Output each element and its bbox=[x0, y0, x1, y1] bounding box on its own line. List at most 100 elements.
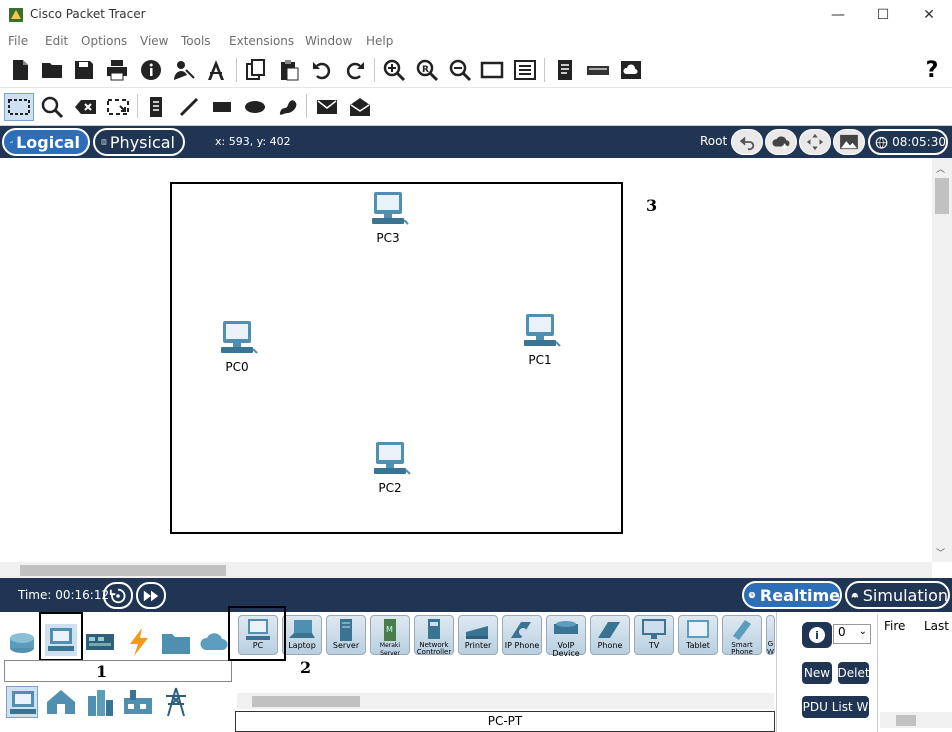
device-tile-phone[interactable]: Phone bbox=[590, 615, 630, 655]
device-tile-ip-phone[interactable]: IP Phone bbox=[502, 615, 542, 655]
zoom-out-icon[interactable] bbox=[446, 56, 474, 84]
device-tile-laptop[interactable]: Laptop bbox=[282, 615, 322, 655]
line-icon[interactable] bbox=[175, 93, 203, 121]
help-button[interactable]: ? bbox=[918, 56, 946, 84]
ellipse-icon[interactable] bbox=[241, 93, 269, 121]
zoom-reset-icon[interactable]: R bbox=[413, 56, 441, 84]
inspect-icon[interactable] bbox=[38, 93, 66, 121]
freeform-icon[interactable] bbox=[274, 93, 302, 121]
delete-icon[interactable] bbox=[72, 93, 100, 121]
components-icon[interactable] bbox=[84, 626, 116, 658]
device-tile-tablet[interactable]: Tablet bbox=[678, 615, 718, 655]
menu-extensions[interactable]: Extensions bbox=[229, 34, 294, 48]
network-info-icon[interactable] bbox=[202, 56, 230, 84]
power-grid-icon[interactable] bbox=[160, 686, 192, 718]
device-tile-meraki-server[interactable]: M Meraki Server bbox=[370, 615, 410, 657]
vertical-scroll-thumb[interactable] bbox=[935, 178, 949, 214]
device-panel-scroll-thumb[interactable] bbox=[252, 696, 360, 707]
open-folder-icon[interactable] bbox=[38, 56, 66, 84]
menu-edit[interactable]: Edit bbox=[45, 34, 68, 48]
new-file-icon[interactable] bbox=[6, 56, 34, 84]
industrial-icon[interactable] bbox=[122, 686, 154, 718]
new-scenario-button[interactable]: New bbox=[800, 660, 834, 686]
device-tile-partial[interactable]: G W bbox=[766, 615, 775, 655]
save-icon[interactable] bbox=[70, 56, 98, 84]
add-complex-pdu-icon[interactable] bbox=[346, 93, 374, 121]
activity-wizard-icon[interactable] bbox=[170, 56, 198, 84]
print-icon[interactable] bbox=[103, 56, 131, 84]
drawing-palette-icon[interactable] bbox=[478, 56, 506, 84]
menu-tools[interactable]: Tools bbox=[181, 34, 211, 48]
simulation-mode-button[interactable]: Simulation bbox=[845, 581, 950, 609]
paste-icon[interactable] bbox=[275, 56, 303, 84]
scenario-info-button[interactable]: i bbox=[800, 620, 834, 650]
rectangle-icon[interactable] bbox=[208, 93, 236, 121]
device-tile-voip-device[interactable]: VoIP Device bbox=[546, 615, 586, 658]
new-cluster-icon[interactable] bbox=[765, 129, 797, 155]
scenario-select[interactable]: 0 ⌄ bbox=[833, 624, 871, 644]
physical-tab[interactable]: Physical bbox=[93, 128, 185, 156]
maximize-button[interactable]: ☐ bbox=[860, 0, 906, 30]
device-tile-server[interactable]: Server bbox=[326, 615, 366, 655]
pc-icon bbox=[372, 192, 409, 225]
miscellaneous-icon[interactable] bbox=[160, 626, 192, 658]
vertical-scrollbar[interactable] bbox=[932, 158, 952, 562]
menu-window[interactable]: Window bbox=[305, 34, 352, 48]
title-bar: Cisco Packet Tracer — ☐ ✕ bbox=[0, 0, 952, 30]
viewport-clock[interactable]: 08:05:30 bbox=[868, 129, 948, 155]
pdu-table-scrollbar[interactable] bbox=[880, 712, 952, 728]
move-object-icon[interactable] bbox=[799, 129, 831, 155]
network-devices-icon[interactable] bbox=[6, 626, 38, 658]
pdu-list-window-button[interactable]: PDU List W bbox=[800, 694, 871, 720]
note-icon[interactable] bbox=[142, 93, 170, 121]
add-pdu-icon[interactable] bbox=[313, 93, 341, 121]
column-header-last[interactable]: Last bbox=[924, 619, 949, 633]
device-pc2[interactable]: PC2 bbox=[360, 440, 420, 495]
menu-help[interactable]: Help bbox=[366, 34, 393, 48]
delete-scenario-button[interactable]: Delet bbox=[836, 660, 871, 686]
background-image-icon[interactable] bbox=[833, 129, 865, 155]
resize-icon[interactable] bbox=[104, 93, 132, 121]
device-tile-printer[interactable]: Printer bbox=[458, 615, 498, 655]
device-pc1[interactable]: PC1 bbox=[510, 312, 570, 367]
device-tile-smart-phone[interactable]: Smart Phone bbox=[722, 615, 762, 656]
multiuser-icon[interactable] bbox=[198, 626, 230, 658]
logical-tab[interactable]: Logical bbox=[2, 128, 90, 156]
column-header-fire[interactable]: Fire bbox=[884, 619, 905, 633]
info-icon[interactable] bbox=[137, 56, 165, 84]
smart-city-icon[interactable] bbox=[84, 686, 116, 718]
select-icon[interactable] bbox=[4, 93, 34, 121]
custom-devices-icon[interactable] bbox=[511, 56, 539, 84]
back-icon[interactable] bbox=[731, 129, 763, 155]
device-pc0[interactable]: PC0 bbox=[207, 319, 267, 374]
fast-forward-icon[interactable] bbox=[136, 582, 166, 609]
realtime-label: Realtime bbox=[759, 585, 840, 605]
power-cycle-icon[interactable] bbox=[103, 582, 133, 609]
zoom-in-icon[interactable] bbox=[380, 56, 408, 84]
horizontal-scroll-thumb[interactable] bbox=[20, 565, 226, 576]
text-icon[interactable] bbox=[551, 56, 579, 84]
device-label: PC3 bbox=[376, 231, 400, 245]
device-pc3[interactable]: PC3 bbox=[358, 190, 418, 245]
undo-icon[interactable] bbox=[308, 56, 336, 84]
scroll-up-icon[interactable]: ︿ bbox=[936, 162, 945, 175]
redo-icon[interactable] bbox=[341, 56, 369, 84]
copy-icon[interactable] bbox=[242, 56, 270, 84]
device-tile-tv[interactable]: TV bbox=[634, 615, 674, 655]
device-tile-label: TV bbox=[648, 641, 660, 650]
cloud-image-icon[interactable] bbox=[617, 56, 645, 84]
switch-device-icon[interactable] bbox=[584, 56, 612, 84]
minimize-button[interactable]: — bbox=[815, 0, 861, 30]
menu-file[interactable]: File bbox=[8, 34, 28, 48]
connections-icon[interactable] bbox=[122, 626, 154, 658]
menu-options[interactable]: Options bbox=[81, 34, 127, 48]
home-icon[interactable] bbox=[45, 686, 77, 718]
pdu-table-scroll-thumb[interactable] bbox=[896, 715, 916, 726]
scroll-down-icon[interactable]: ﹀ bbox=[936, 546, 945, 559]
realtime-mode-button[interactable]: Realtime bbox=[742, 581, 842, 609]
menu-view[interactable]: View bbox=[140, 34, 168, 48]
device-tile-network-controller[interactable]: Network Controller bbox=[414, 615, 454, 656]
close-button[interactable]: ✕ bbox=[906, 0, 952, 30]
end-devices-subcategory-icon[interactable] bbox=[6, 686, 38, 718]
menu-bar: File Edit Options View Tools Extensions … bbox=[0, 30, 952, 52]
